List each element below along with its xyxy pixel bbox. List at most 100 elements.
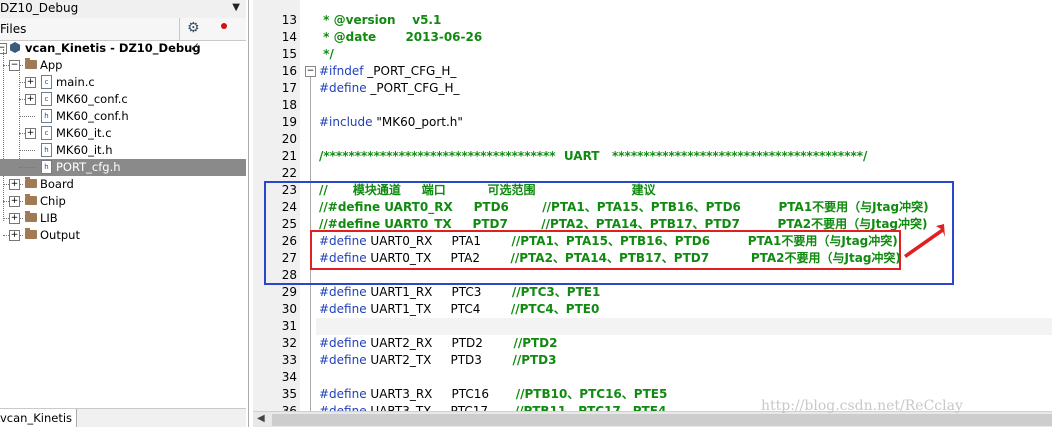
line-number: 13	[281, 13, 297, 27]
line-number: 15	[281, 47, 297, 61]
code-text: UART1_RX PTC3	[366, 285, 512, 299]
code-line[interactable]: #define UART2_RX PTD2 //PTD2	[319, 335, 558, 352]
code-line[interactable]: /************************************* U…	[319, 148, 867, 165]
line-number: 14	[281, 30, 297, 44]
line-number: 22	[281, 166, 297, 180]
code-keyword: #define	[319, 336, 367, 350]
tree-file-item[interactable]: + c MK60_it.c	[0, 125, 246, 142]
code-comment: * @version v5.1	[319, 13, 442, 27]
code-comment: /************************************* U…	[319, 149, 868, 163]
tree-file-item[interactable]: h PORT_cfg.h	[0, 159, 246, 176]
folder-icon	[25, 228, 37, 239]
current-line-highlight	[316, 318, 1052, 335]
folder-icon	[25, 194, 37, 205]
configuration-dropdown[interactable]: DZ10_Debug ▼	[0, 0, 246, 19]
code-line[interactable]: #define UART3_RX PTC16 //PTB10、PTC16、PTE…	[319, 386, 667, 403]
workspace-tabbar: vcan_Kinetis	[0, 408, 246, 427]
expand-toggle-icon[interactable]: +	[25, 94, 36, 105]
arrow-icon	[904, 224, 945, 258]
line-number: 29	[281, 285, 297, 299]
tree-guide-line	[19, 116, 35, 117]
tree-item-label: MK60_conf.c	[56, 92, 128, 106]
code-line[interactable]: #define UART1_RX PTC3 //PTC3、PTE1	[319, 284, 600, 301]
tree-folder-item[interactable]: + Output	[0, 227, 246, 244]
line-number: 18	[281, 98, 297, 112]
gear-icon[interactable]: ⚙	[187, 20, 200, 36]
line-number: 21	[281, 149, 297, 163]
project-root[interactable]: − vcan_Kinetis - DZ10_Debug ✓	[0, 40, 246, 57]
tree-folder-item[interactable]: + Board	[0, 176, 246, 193]
expand-toggle-icon[interactable]: +	[9, 196, 20, 207]
tree-folder-item[interactable]: + LIB	[0, 210, 246, 227]
tree-folder-item[interactable]: + Chip	[0, 193, 246, 210]
project-icon	[10, 42, 20, 53]
code-keyword: #define	[319, 353, 367, 367]
tree-item-label: Board	[40, 177, 74, 191]
code-comment: //PTD3	[512, 353, 557, 367]
code-line[interactable]: */	[319, 46, 334, 63]
code-line[interactable]: #define _PORT_CFG_H_	[319, 80, 460, 97]
expand-toggle-icon[interactable]: +	[25, 128, 36, 139]
tree-folder-item[interactable]: − App	[0, 57, 246, 74]
expand-toggle-icon[interactable]: +	[25, 77, 36, 88]
code-comment: //PTD2	[513, 336, 558, 350]
tab-vcan-kinetis[interactable]: vcan_Kinetis	[0, 409, 78, 427]
tree-guide-line	[19, 150, 35, 151]
code-text: UART1_TX PTC4	[366, 302, 511, 316]
line-number: 31	[281, 319, 297, 333]
file-h-icon: h	[41, 109, 52, 123]
code-line[interactable]: #include "MK60_port.h"	[319, 114, 463, 131]
chevron-down-icon[interactable]: ▼	[232, 2, 240, 13]
expand-toggle-icon[interactable]: +	[9, 213, 20, 224]
file-c-icon: c	[41, 126, 52, 140]
tab-label: vcan_Kinetis	[0, 411, 73, 425]
file-c-icon: c	[41, 75, 52, 89]
code-line[interactable]: #define UART2_TX PTD3 //PTD3	[319, 352, 557, 369]
tree-file-item[interactable]: h MK60_conf.h	[0, 108, 246, 125]
code-line[interactable]: * @date 2013-06-26	[319, 29, 482, 46]
code-keyword: #define	[319, 81, 367, 95]
line-number: 17	[281, 81, 297, 95]
line-number: 32	[281, 336, 297, 350]
tree-item-label: App	[40, 58, 63, 72]
tree-file-item[interactable]: + c main.c	[0, 74, 246, 91]
code-keyword: #define	[319, 285, 367, 299]
line-number: 33	[281, 353, 297, 367]
code-text: "MK60_port.h"	[372, 115, 463, 129]
line-number: 16	[281, 64, 297, 78]
scroll-left-arrow-icon[interactable]: ◀	[257, 413, 265, 424]
files-header: Files ⚙	[0, 18, 246, 41]
code-keyword: #define	[319, 387, 367, 401]
line-number: 19	[281, 115, 297, 129]
code-editor[interactable]: 13 14 15 16 17 18 19 20 21 22 23 24 25 26 27 28 29 30 31 32…	[253, 0, 1052, 427]
code-keyword: #include	[319, 115, 373, 129]
tree-item-label: MK60_conf.h	[56, 109, 129, 123]
tree-file-item[interactable]: + c MK60_conf.c	[0, 91, 246, 108]
fold-toggle-icon[interactable]: −	[305, 66, 316, 77]
line-number: 30	[281, 302, 297, 316]
red-highlight-box	[310, 230, 901, 270]
expand-toggle-icon[interactable]: +	[9, 179, 20, 190]
code-comment: */	[319, 47, 334, 61]
code-comment: //PTC4、PTE0	[510, 302, 600, 316]
checkmark-icon: ✓	[190, 40, 201, 54]
code-keyword: #define	[319, 302, 367, 316]
code-text: UART2_RX PTD2	[366, 336, 514, 350]
expand-toggle-icon[interactable]: +	[9, 230, 20, 241]
tree-item-label: MK60_it.c	[56, 126, 112, 140]
code-keyword: #ifndef	[319, 64, 364, 78]
collapse-toggle-icon[interactable]: −	[9, 60, 20, 71]
code-comment: //PTB10、PTC16、PTE5	[515, 387, 668, 401]
code-line[interactable]: #ifndef _PORT_CFG_H_	[319, 63, 456, 80]
scrollbar-thumb[interactable]	[272, 414, 1052, 426]
tree-item-label: MK60_it.h	[56, 143, 113, 157]
code-line[interactable]: #define UART1_TX PTC4 //PTC4、PTE0	[319, 301, 599, 318]
files-column-label: Files	[0, 22, 27, 36]
code-text: _PORT_CFG_H_	[366, 81, 460, 95]
tree-item-label: Output	[40, 228, 80, 242]
configuration-value: DZ10_Debug	[0, 1, 79, 15]
tree-file-item[interactable]: h MK60_it.h	[0, 142, 246, 159]
code-comment: * @date 2013-06-26	[319, 30, 483, 44]
line-number: 20	[281, 132, 297, 146]
code-line[interactable]: * @version v5.1	[319, 12, 441, 29]
